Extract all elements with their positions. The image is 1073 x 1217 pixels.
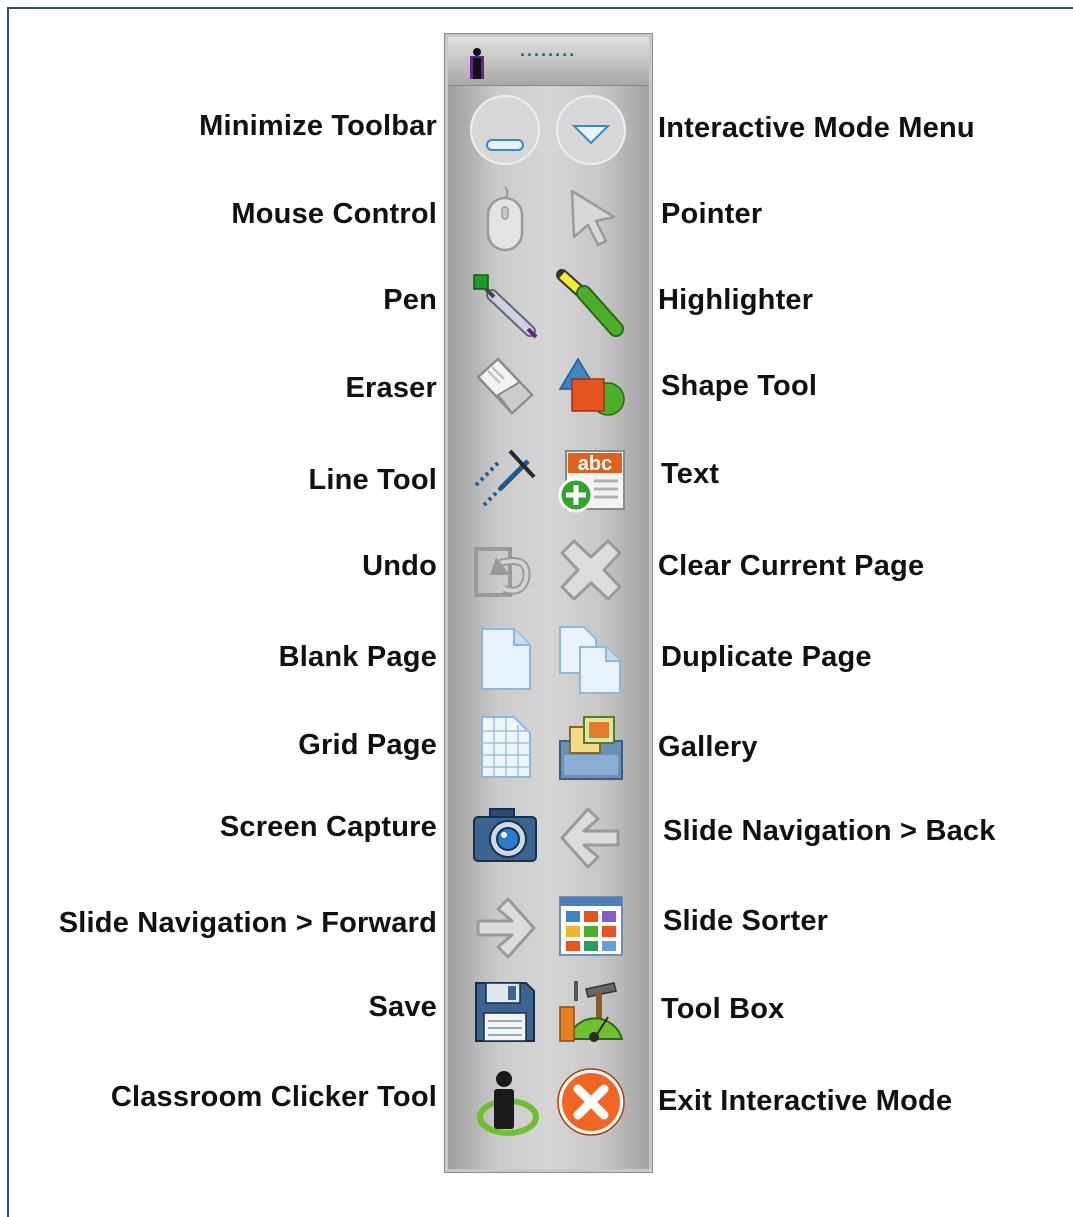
arrow-right-icon bbox=[476, 897, 536, 959]
interactive-toolbar: ········ abc bbox=[444, 33, 653, 1173]
pointer-icon bbox=[570, 189, 616, 247]
tool-box-button[interactable] bbox=[556, 977, 626, 1047]
label-slide-forward: Slide Navigation > Forward bbox=[58, 907, 437, 939]
undo-icon bbox=[474, 547, 531, 597]
label-line-tool: Line Tool bbox=[308, 464, 437, 496]
shapes-icon bbox=[558, 357, 625, 416]
screen-capture-button[interactable] bbox=[470, 801, 540, 871]
highlighter-icon bbox=[556, 269, 624, 337]
label-clear-current-page: Clear Current Page bbox=[658, 550, 925, 582]
label-slide-sorter: Slide Sorter bbox=[663, 905, 829, 937]
duplicate-page-button[interactable] bbox=[556, 625, 626, 695]
exit-interactive-mode-button[interactable] bbox=[556, 1067, 626, 1137]
blank-page-icon bbox=[481, 628, 531, 690]
label-gallery: Gallery bbox=[658, 731, 758, 763]
slide-back-button[interactable] bbox=[556, 801, 626, 871]
label-classroom-clicker: Classroom Clicker Tool bbox=[110, 1081, 437, 1113]
line-tool-button[interactable] bbox=[470, 445, 540, 515]
minimize-icon bbox=[470, 95, 540, 165]
duplicate-page-icon bbox=[559, 626, 621, 694]
mouse-icon bbox=[486, 186, 524, 252]
floppy-disk-icon bbox=[475, 982, 535, 1042]
text-abc-icon: abc bbox=[558, 450, 625, 513]
clear-current-page-button[interactable] bbox=[556, 535, 626, 605]
gallery-button[interactable] bbox=[556, 713, 626, 783]
camera-icon bbox=[473, 808, 537, 862]
interactive-mode-menu-button[interactable] bbox=[556, 95, 626, 165]
label-undo: Undo bbox=[362, 550, 437, 582]
label-tool-box: Tool Box bbox=[661, 993, 785, 1025]
label-interactive-mode-menu: Interactive Mode Menu bbox=[658, 112, 975, 144]
label-pen: Pen bbox=[383, 284, 437, 316]
grid-page-icon bbox=[481, 716, 531, 778]
toolbar-titlebar[interactable]: ········ bbox=[448, 37, 649, 86]
mouse-control-button[interactable] bbox=[470, 183, 540, 253]
toolbar-grip[interactable]: ········ bbox=[518, 46, 576, 64]
clicker-icon bbox=[477, 1071, 539, 1136]
grid-page-button[interactable] bbox=[470, 713, 540, 783]
clear-x-icon bbox=[560, 539, 622, 601]
minimize-toolbar-button[interactable] bbox=[470, 95, 540, 165]
line-tool-icon bbox=[474, 449, 536, 507]
slide-forward-button[interactable] bbox=[470, 891, 540, 961]
classroom-clicker-button[interactable] bbox=[470, 1067, 540, 1137]
pointer-button[interactable] bbox=[556, 183, 626, 253]
eraser-button[interactable] bbox=[470, 355, 540, 425]
arrow-left-icon bbox=[560, 807, 620, 869]
label-eraser: Eraser bbox=[345, 372, 437, 404]
gallery-icon bbox=[559, 716, 623, 780]
clicker-logo-icon bbox=[470, 48, 484, 79]
label-screen-capture: Screen Capture bbox=[219, 811, 437, 843]
highlighter-button[interactable] bbox=[556, 269, 626, 339]
label-pointer: Pointer bbox=[661, 198, 763, 230]
label-highlighter: Highlighter bbox=[658, 284, 814, 316]
save-button[interactable] bbox=[470, 977, 540, 1047]
label-mouse-control: Mouse Control bbox=[231, 198, 437, 230]
label-slide-back: Slide Navigation > Back bbox=[663, 815, 996, 847]
slide-sorter-button[interactable] bbox=[556, 891, 626, 961]
eraser-icon bbox=[476, 357, 534, 415]
label-shape-tool: Shape Tool bbox=[661, 370, 818, 402]
label-duplicate-page: Duplicate Page bbox=[661, 641, 872, 673]
label-text: Text bbox=[661, 458, 720, 490]
pen-icon bbox=[473, 274, 538, 339]
label-exit-interactive-mode: Exit Interactive Mode bbox=[658, 1085, 953, 1117]
exit-icon bbox=[557, 1068, 625, 1136]
toolbox-icon bbox=[559, 981, 624, 1042]
label-minimize-toolbar: Minimize Toolbar bbox=[199, 110, 437, 142]
undo-button[interactable] bbox=[470, 535, 540, 605]
label-grid-page: Grid Page bbox=[298, 729, 437, 761]
label-blank-page: Blank Page bbox=[278, 641, 437, 673]
shape-tool-button[interactable] bbox=[556, 355, 626, 425]
chevron-down-icon bbox=[556, 95, 626, 165]
text-button[interactable]: abc bbox=[556, 445, 626, 515]
label-save: Save bbox=[368, 991, 437, 1023]
svg-text:abc: abc bbox=[578, 453, 612, 475]
pen-button[interactable] bbox=[470, 269, 540, 339]
slide-sorter-icon bbox=[559, 896, 623, 956]
blank-page-button[interactable] bbox=[470, 625, 540, 695]
